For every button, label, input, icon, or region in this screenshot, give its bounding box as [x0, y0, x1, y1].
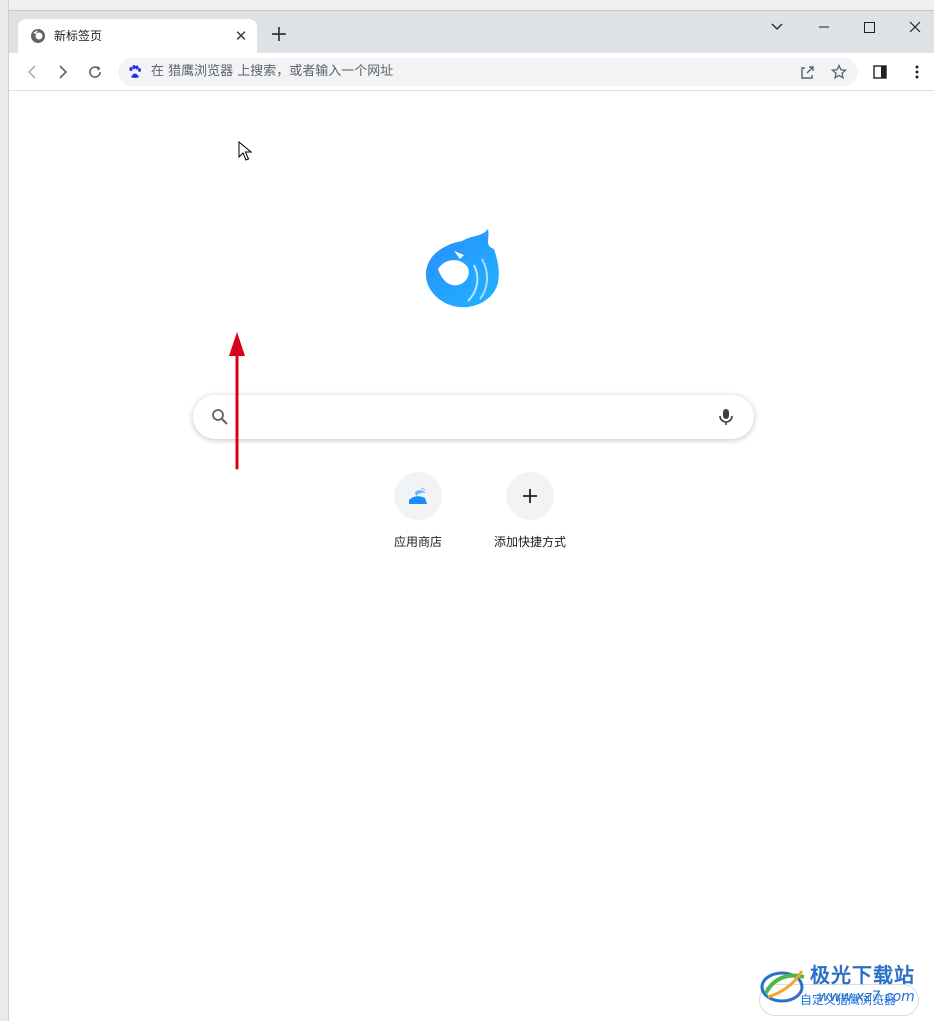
bookmark-star-icon[interactable] — [830, 63, 848, 81]
aurora-logo-icon — [760, 970, 805, 1003]
background-window-edge — [0, 0, 9, 1021]
watermark-title: 极光下载站 — [810, 963, 915, 987]
falcon-browser-logo — [425, 229, 499, 308]
minimize-icon[interactable] — [809, 15, 839, 39]
plus-icon — [523, 489, 537, 503]
tab-search-chevron-icon[interactable] — [762, 15, 792, 39]
address-bar-placeholder: 在 猎鹰浏览器 上搜索，或者输入一个网址 — [151, 64, 394, 79]
back-arrow-icon[interactable] — [20, 60, 44, 84]
tab-title: 新标签页 — [54, 29, 103, 43]
close-window-icon[interactable] — [900, 15, 930, 39]
maximize-icon[interactable] — [854, 15, 884, 39]
shortcut-app-store[interactable]: 应用商店 — [362, 472, 474, 562]
shortcut-add[interactable]: 添加快捷方式 — [474, 472, 586, 562]
watermark: 极光下载站 www.xz7.com — [758, 961, 934, 1011]
search-box[interactable] — [193, 395, 754, 439]
shortcut-tile — [506, 472, 554, 520]
menu-kebab-icon[interactable] — [905, 60, 929, 84]
forward-arrow-icon[interactable] — [51, 60, 75, 84]
browser-window: 新标签页 ✕ + 在 猎鹰浏览器 上搜索，或者输入一个网址 应用商店 添加快捷方… — [9, 10, 934, 1021]
address-bar[interactable]: 在 猎鹰浏览器 上搜索，或者输入一个网址 — [118, 58, 858, 86]
side-panel-icon[interactable] — [868, 60, 892, 84]
new-tab-button[interactable]: + — [267, 24, 291, 48]
microphone-icon[interactable] — [716, 407, 736, 427]
shortcut-label: 添加快捷方式 — [493, 535, 566, 549]
tab-new-tab[interactable]: 新标签页 ✕ — [18, 19, 257, 53]
falcon-favicon-icon — [31, 29, 45, 43]
watermark-url: www.xz7.com — [818, 989, 915, 1005]
toolbar: 在 猎鹰浏览器 上搜索，或者输入一个网址 — [9, 53, 934, 91]
reload-icon[interactable] — [83, 60, 107, 84]
search-input[interactable] — [243, 405, 703, 429]
shortcut-tile — [394, 472, 442, 520]
app-store-icon — [409, 487, 427, 504]
share-icon[interactable] — [798, 63, 816, 81]
baidu-paw-icon — [129, 65, 141, 78]
tab-strip: 新标签页 ✕ + — [9, 11, 934, 53]
red-annotation-arrow-icon — [229, 332, 245, 470]
tab-close-icon[interactable]: ✕ — [233, 28, 249, 44]
shortcut-label: 应用商店 — [393, 535, 442, 549]
mouse-cursor-icon — [238, 141, 252, 161]
new-tab-page: 应用商店 添加快捷方式 自定义猎鹰浏览器 — [9, 91, 934, 1021]
